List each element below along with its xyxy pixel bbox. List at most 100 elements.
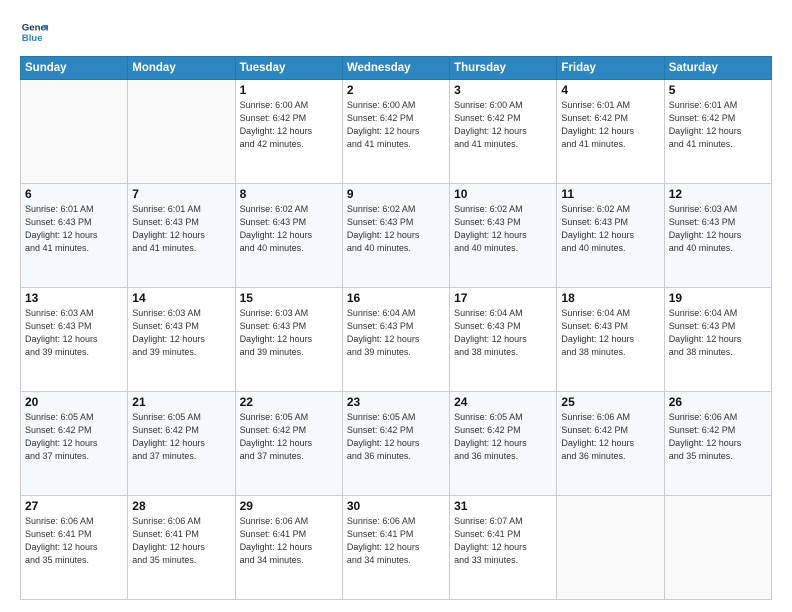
- day-info: Sunrise: 6:06 AM Sunset: 6:41 PM Dayligh…: [25, 515, 123, 567]
- week-row-3: 13 Sunrise: 6:03 AM Sunset: 6:43 PM Dayli…: [21, 288, 772, 392]
- calendar-cell: 30 Sunrise: 6:06 AM Sunset: 6:41 PM Dayli…: [342, 496, 449, 600]
- calendar-cell: 28Sunrise: 6:06 AM Sunset: 6:41 PM Dayli…: [128, 496, 235, 600]
- day-info: Sunrise: 6:02 AM Sunset: 6:43 PM Dayligh…: [454, 203, 552, 255]
- day-info: Sunrise: 6:04 AM Sunset: 6:43 PM Dayligh…: [454, 307, 552, 359]
- day-number: 21: [132, 395, 230, 409]
- calendar-page: General Blue SundayMondayTuesdayWednesda…: [0, 0, 792, 612]
- calendar-cell: 8Sunrise: 6:02 AM Sunset: 6:43 PM Daylig…: [235, 184, 342, 288]
- day-number: 5: [669, 83, 767, 97]
- day-number: 11: [561, 187, 659, 201]
- day-info: Sunrise: 6:06 AM Sunset: 6:41 PM Dayligh…: [347, 515, 445, 567]
- calendar-cell: 29 Sunrise: 6:06 AM Sunset: 6:41 PM Dayli…: [235, 496, 342, 600]
- calendar-cell: 22 Sunrise: 6:05 AM Sunset: 6:42 PM Dayli…: [235, 392, 342, 496]
- day-number: 13: [25, 291, 123, 305]
- weekday-monday: Monday: [128, 57, 235, 80]
- day-number: 17: [454, 291, 552, 305]
- day-info: Sunrise: 6:06 AM Sunset: 6:42 PM Dayligh…: [561, 411, 659, 463]
- calendar-cell: [21, 80, 128, 184]
- day-number: 30: [347, 499, 445, 513]
- week-row-2: 6 Sunrise: 6:01 AM Sunset: 6:43 PM Daylig…: [21, 184, 772, 288]
- day-info: Sunrise: 6:01 AM Sunset: 6:42 PM Dayligh…: [669, 99, 767, 151]
- day-number: 22: [240, 395, 338, 409]
- day-info: Sunrise: 6:00 AM Sunset: 6:42 PM Dayligh…: [347, 99, 445, 151]
- calendar-cell: 31Sunrise: 6:07 AM Sunset: 6:41 PM Dayli…: [450, 496, 557, 600]
- calendar-cell: 5 Sunrise: 6:01 AM Sunset: 6:42 PM Daylig…: [664, 80, 771, 184]
- calendar-cell: [557, 496, 664, 600]
- calendar-cell: 19 Sunrise: 6:04 AM Sunset: 6:43 PM Dayli…: [664, 288, 771, 392]
- day-number: 16: [347, 291, 445, 305]
- logo: General Blue: [20, 18, 48, 46]
- calendar-cell: 21 Sunrise: 6:05 AM Sunset: 6:42 PM Dayli…: [128, 392, 235, 496]
- day-info: Sunrise: 6:01 AM Sunset: 6:43 PM Dayligh…: [25, 203, 123, 255]
- day-number: 31: [454, 499, 552, 513]
- calendar-cell: 20 Sunrise: 6:05 AM Sunset: 6:42 PM Dayli…: [21, 392, 128, 496]
- day-info: Sunrise: 6:03 AM Sunset: 6:43 PM Dayligh…: [25, 307, 123, 359]
- day-number: 2: [347, 83, 445, 97]
- day-info: Sunrise: 6:05 AM Sunset: 6:42 PM Dayligh…: [25, 411, 123, 463]
- day-info: Sunrise: 6:05 AM Sunset: 6:42 PM Dayligh…: [132, 411, 230, 463]
- day-number: 14: [132, 291, 230, 305]
- day-number: 6: [25, 187, 123, 201]
- calendar-cell: 16 Sunrise: 6:04 AM Sunset: 6:43 PM Dayli…: [342, 288, 449, 392]
- day-number: 8: [240, 187, 338, 201]
- calendar-cell: 18 Sunrise: 6:04 AM Sunset: 6:43 PM Dayli…: [557, 288, 664, 392]
- calendar-cell: 13 Sunrise: 6:03 AM Sunset: 6:43 PM Dayli…: [21, 288, 128, 392]
- week-row-5: 27 Sunrise: 6:06 AM Sunset: 6:41 PM Dayli…: [21, 496, 772, 600]
- day-number: 26: [669, 395, 767, 409]
- week-row-4: 20 Sunrise: 6:05 AM Sunset: 6:42 PM Dayli…: [21, 392, 772, 496]
- weekday-friday: Friday: [557, 57, 664, 80]
- calendar-cell: 17 Sunrise: 6:04 AM Sunset: 6:43 PM Dayli…: [450, 288, 557, 392]
- day-info: Sunrise: 6:00 AM Sunset: 6:42 PM Dayligh…: [454, 99, 552, 151]
- day-number: 29: [240, 499, 338, 513]
- weekday-tuesday: Tuesday: [235, 57, 342, 80]
- day-info: Sunrise: 6:01 AM Sunset: 6:43 PM Dayligh…: [132, 203, 230, 255]
- logo-icon: General Blue: [20, 18, 48, 46]
- day-info: Sunrise: 6:04 AM Sunset: 6:43 PM Dayligh…: [347, 307, 445, 359]
- calendar-cell: 11 Sunrise: 6:02 AM Sunset: 6:43 PM Dayli…: [557, 184, 664, 288]
- day-info: Sunrise: 6:04 AM Sunset: 6:43 PM Dayligh…: [669, 307, 767, 359]
- day-info: Sunrise: 6:04 AM Sunset: 6:43 PM Dayligh…: [561, 307, 659, 359]
- day-info: Sunrise: 6:05 AM Sunset: 6:42 PM Dayligh…: [347, 411, 445, 463]
- calendar-cell: 3Sunrise: 6:00 AM Sunset: 6:42 PM Daylig…: [450, 80, 557, 184]
- day-number: 18: [561, 291, 659, 305]
- day-number: 23: [347, 395, 445, 409]
- calendar-cell: 24Sunrise: 6:05 AM Sunset: 6:42 PM Dayli…: [450, 392, 557, 496]
- weekday-saturday: Saturday: [664, 57, 771, 80]
- svg-text:Blue: Blue: [22, 33, 43, 44]
- day-info: Sunrise: 6:03 AM Sunset: 6:43 PM Dayligh…: [132, 307, 230, 359]
- day-info: Sunrise: 6:05 AM Sunset: 6:42 PM Dayligh…: [240, 411, 338, 463]
- day-number: 25: [561, 395, 659, 409]
- day-info: Sunrise: 6:01 AM Sunset: 6:42 PM Dayligh…: [561, 99, 659, 151]
- calendar-cell: 6 Sunrise: 6:01 AM Sunset: 6:43 PM Daylig…: [21, 184, 128, 288]
- calendar-cell: 25 Sunrise: 6:06 AM Sunset: 6:42 PM Dayli…: [557, 392, 664, 496]
- day-info: Sunrise: 6:02 AM Sunset: 6:43 PM Dayligh…: [347, 203, 445, 255]
- day-number: 20: [25, 395, 123, 409]
- day-number: 10: [454, 187, 552, 201]
- day-info: Sunrise: 6:06 AM Sunset: 6:41 PM Dayligh…: [240, 515, 338, 567]
- calendar-cell: 27 Sunrise: 6:06 AM Sunset: 6:41 PM Dayli…: [21, 496, 128, 600]
- day-info: Sunrise: 6:06 AM Sunset: 6:41 PM Dayligh…: [132, 515, 230, 567]
- calendar-cell: 9Sunrise: 6:02 AM Sunset: 6:43 PM Daylig…: [342, 184, 449, 288]
- day-number: 7: [132, 187, 230, 201]
- calendar-cell: 1 Sunrise: 6:00 AM Sunset: 6:42 PM Daylig…: [235, 80, 342, 184]
- calendar-cell: 14 Sunrise: 6:03 AM Sunset: 6:43 PM Dayli…: [128, 288, 235, 392]
- calendar-cell: 26 Sunrise: 6:06 AM Sunset: 6:42 PM Dayli…: [664, 392, 771, 496]
- day-number: 27: [25, 499, 123, 513]
- weekday-wednesday: Wednesday: [342, 57, 449, 80]
- day-info: Sunrise: 6:06 AM Sunset: 6:42 PM Dayligh…: [669, 411, 767, 463]
- calendar-cell: 4 Sunrise: 6:01 AM Sunset: 6:42 PM Daylig…: [557, 80, 664, 184]
- calendar-cell: 15Sunrise: 6:03 AM Sunset: 6:43 PM Dayli…: [235, 288, 342, 392]
- day-info: Sunrise: 6:00 AM Sunset: 6:42 PM Dayligh…: [240, 99, 338, 151]
- day-number: 19: [669, 291, 767, 305]
- day-info: Sunrise: 6:03 AM Sunset: 6:43 PM Dayligh…: [669, 203, 767, 255]
- day-number: 1: [240, 83, 338, 97]
- day-info: Sunrise: 6:02 AM Sunset: 6:43 PM Dayligh…: [561, 203, 659, 255]
- header: General Blue: [20, 18, 772, 46]
- calendar-cell: 12Sunrise: 6:03 AM Sunset: 6:43 PM Dayli…: [664, 184, 771, 288]
- day-info: Sunrise: 6:05 AM Sunset: 6:42 PM Dayligh…: [454, 411, 552, 463]
- day-info: Sunrise: 6:03 AM Sunset: 6:43 PM Dayligh…: [240, 307, 338, 359]
- day-number: 4: [561, 83, 659, 97]
- svg-text:General: General: [22, 22, 48, 33]
- calendar-cell: [128, 80, 235, 184]
- calendar-cell: [664, 496, 771, 600]
